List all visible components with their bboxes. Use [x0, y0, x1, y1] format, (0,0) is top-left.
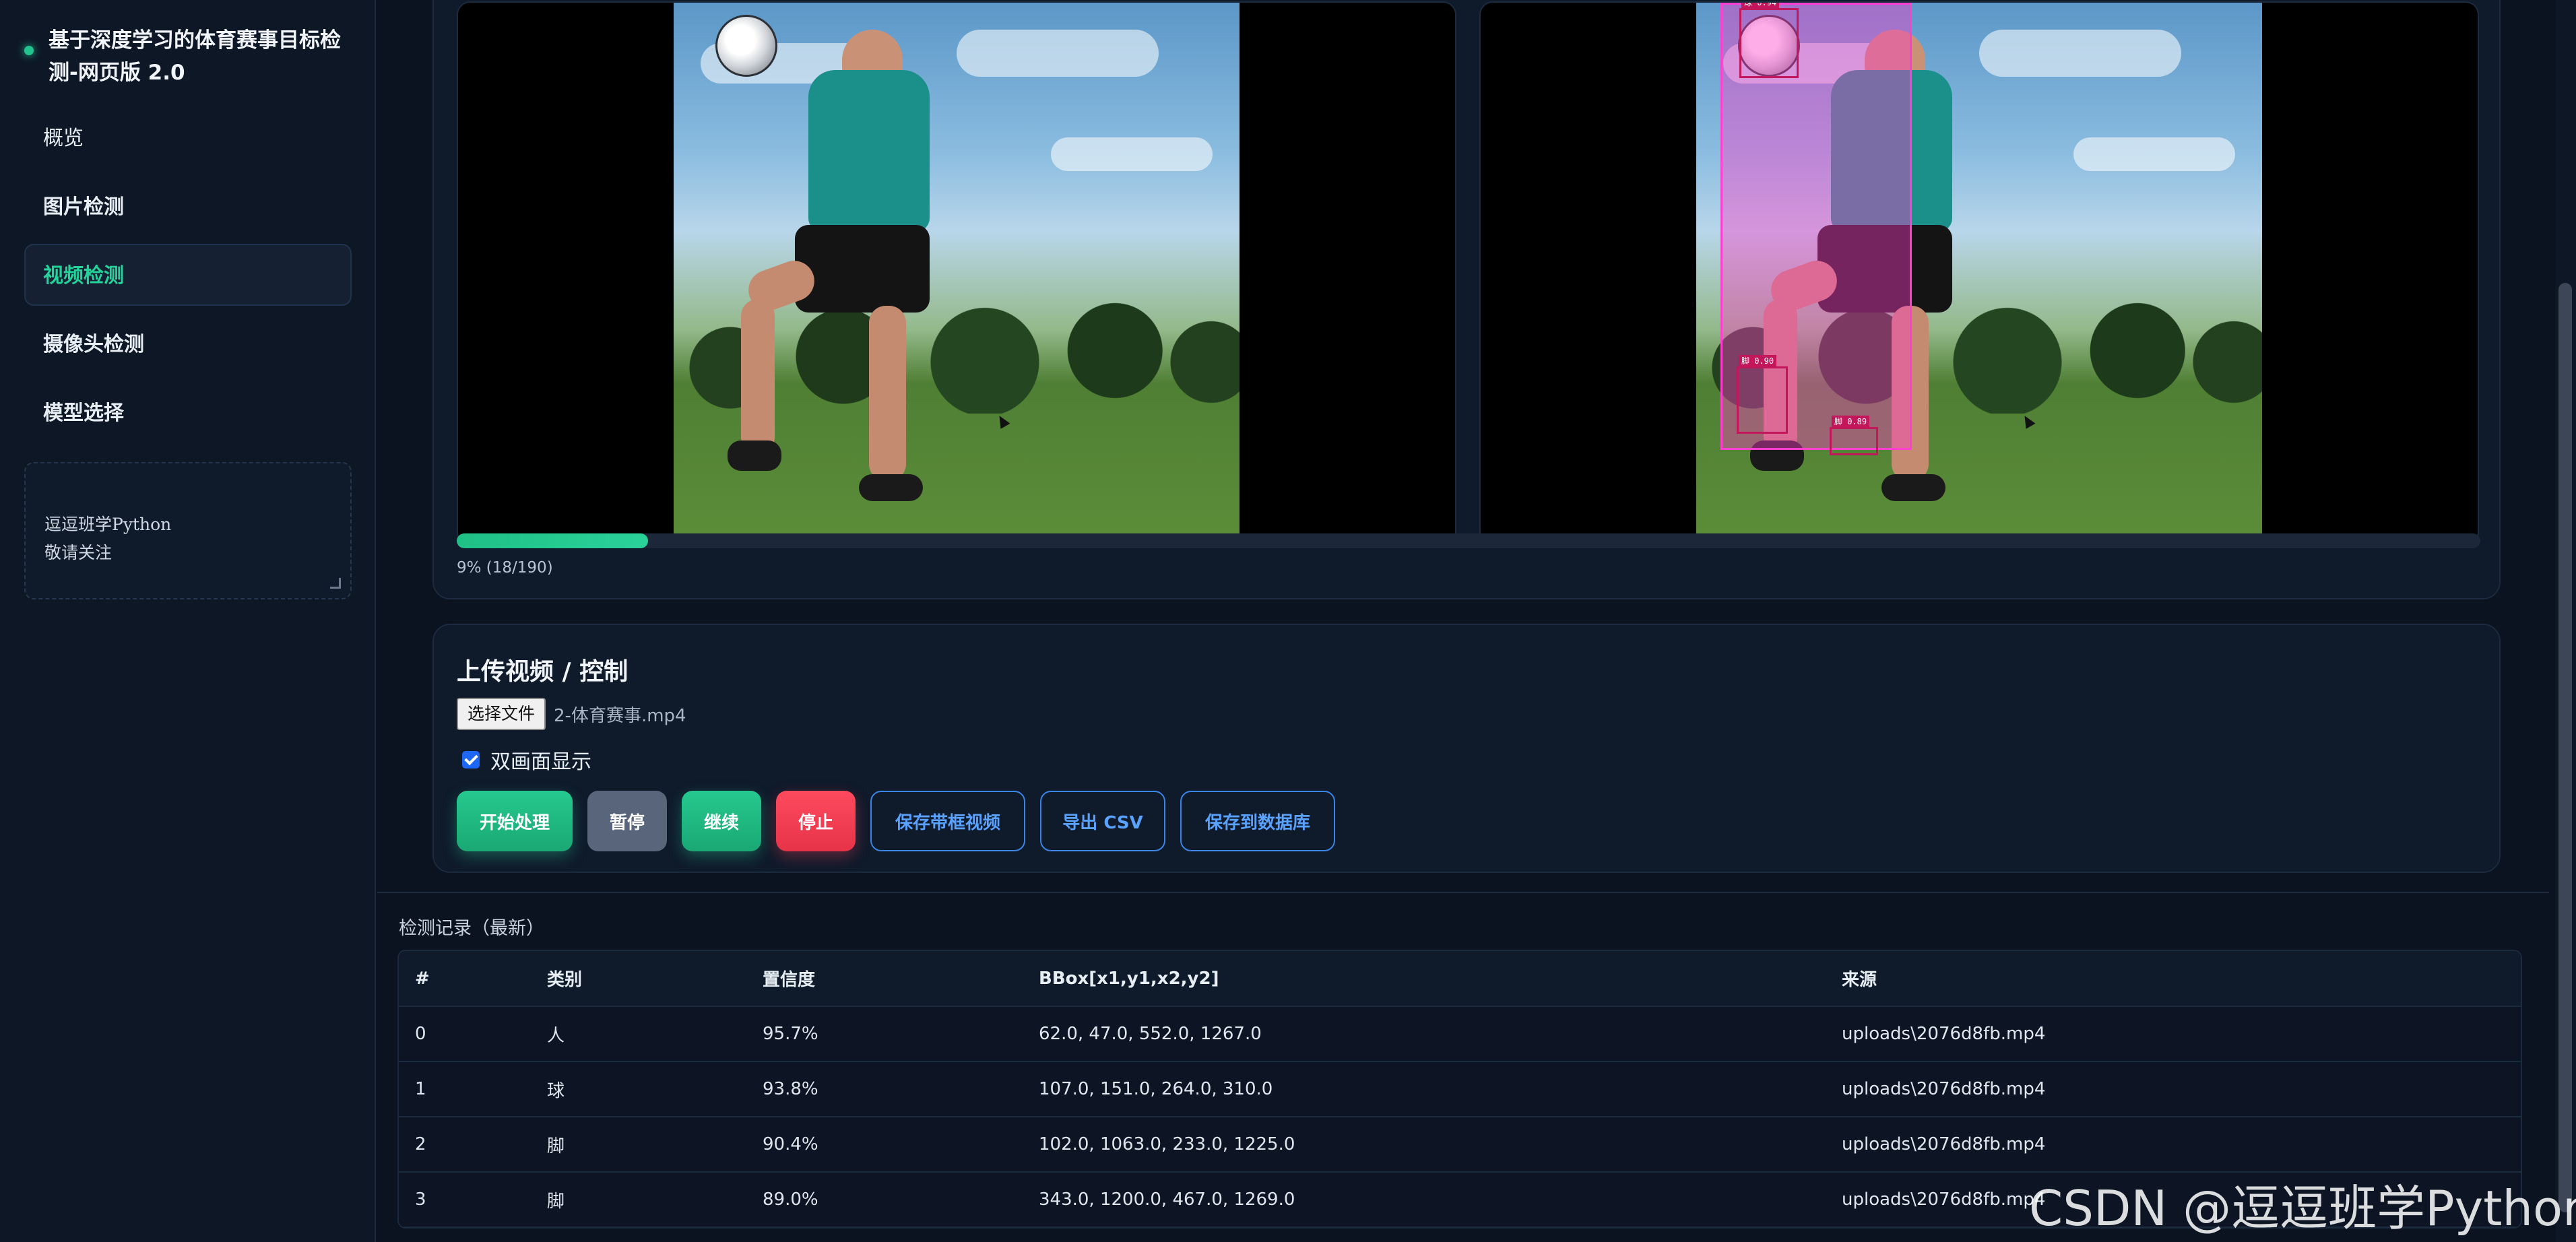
sidebar-item-image-detection[interactable]: 图片检测	[24, 175, 352, 237]
cell-class: 脚	[531, 1172, 746, 1227]
sidebar-item-overview[interactable]: 概览	[24, 106, 352, 168]
cell-index: 0	[399, 1006, 531, 1062]
sidebar-item-video-detection[interactable]: 视频检测	[24, 244, 352, 306]
table-row: 1 球 93.8% 107.0, 151.0, 264.0, 310.0 upl…	[399, 1061, 2521, 1117]
sidebar: 基于深度学习的体育赛事目标检测-网页版 2.0 概览 图片检测 视频检测 摄像头…	[0, 0, 376, 1242]
page-scrollbar-thumb[interactable]	[2558, 283, 2572, 1212]
table-row: 0 人 95.7% 62.0, 47.0, 552.0, 1267.0 uplo…	[399, 1006, 2521, 1062]
resume-button[interactable]: 继续	[682, 791, 761, 851]
main-content: 球 0.94 脚 0.90 脚 0.89 9% (18/190) 上传视频 / …	[377, 0, 2549, 1242]
column-header-class: 类别	[531, 951, 746, 1007]
sidebar-item-model-select[interactable]: 模型选择	[24, 381, 352, 443]
cell-class: 球	[531, 1061, 746, 1117]
cell-source: uploads\2076d8fb.mp4	[1826, 1117, 2521, 1173]
foot-detection-box: 脚 0.89	[1830, 416, 1878, 455]
cloud	[957, 30, 1159, 77]
save-video-button[interactable]: 保存带框视频	[870, 791, 1025, 851]
progress-fill	[457, 533, 649, 548]
ball-detection-box: 球 0.94	[1739, 3, 1799, 78]
stop-button[interactable]: 停止	[776, 791, 856, 851]
note-text: 逗逗班学Python 敬请关注	[44, 515, 172, 562]
start-button[interactable]: 开始处理	[457, 791, 573, 851]
status-dot-icon	[24, 46, 34, 55]
action-buttons: 开始处理 暂停 继续 停止 保存带框视频 导出 CSV 保存到数据库	[457, 791, 1350, 851]
cell-index: 2	[399, 1117, 531, 1173]
detection-label: 脚 0.89	[1832, 416, 1870, 428]
save-db-button[interactable]: 保存到数据库	[1180, 791, 1335, 851]
control-panel: 上传视频 / 控制 选择文件 2-体育赛事.mp4 双画面显示 开始处理 暂停 …	[432, 624, 2501, 873]
choose-file-button[interactable]: 选择文件	[457, 698, 546, 730]
records-title: 检测记录（最新）	[399, 918, 544, 939]
cell-confidence: 90.4%	[746, 1117, 1023, 1173]
table-header-row: # 类别 置信度 BBox[x1,y1,x2,y2] 来源	[399, 951, 2521, 1007]
cell-confidence: 95.7%	[746, 1006, 1023, 1062]
cell-class: 脚	[531, 1117, 746, 1173]
column-header-index: #	[399, 951, 531, 1007]
cell-class: 人	[531, 1006, 746, 1062]
cell-index: 3	[399, 1172, 531, 1227]
note-textarea[interactable]: 逗逗班学Python 敬请关注	[24, 462, 352, 599]
file-picker: 选择文件 2-体育赛事.mp4	[457, 698, 686, 730]
cell-source: uploads\2076d8fb.mp4	[1826, 1006, 2521, 1062]
sidebar-item-camera-detection[interactable]: 摄像头检测	[24, 313, 352, 374]
table-row: 2 脚 90.4% 102.0, 1063.0, 233.0, 1225.0 u…	[399, 1117, 2521, 1173]
cell-bbox: 102.0, 1063.0, 233.0, 1225.0	[1023, 1117, 1826, 1173]
cell-index: 1	[399, 1061, 531, 1117]
dual-view-checkbox[interactable]	[462, 751, 480, 769]
cloud	[2073, 137, 2235, 171]
column-header-confidence: 置信度	[746, 951, 1023, 1007]
original-video[interactable]	[457, 1, 1456, 546]
pause-button[interactable]: 暂停	[587, 791, 667, 851]
column-header-source: 来源	[1826, 951, 2521, 1007]
cloud	[1051, 137, 1213, 171]
brand: 基于深度学习的体育赛事目标检测-网页版 2.0	[24, 24, 354, 89]
cell-bbox: 343.0, 1200.0, 467.0, 1269.0	[1023, 1172, 1826, 1227]
detection-label: 球 0.94	[1741, 3, 1780, 9]
cell-confidence: 93.8%	[746, 1061, 1023, 1117]
video-panel: 球 0.94 脚 0.90 脚 0.89 9% (18/190)	[432, 0, 2501, 599]
cursor-icon	[2020, 413, 2036, 429]
cell-source: uploads\2076d8fb.mp4	[1826, 1061, 2521, 1117]
foot-detection-box: 脚 0.90	[1737, 355, 1788, 434]
detection-label: 脚 0.90	[1739, 355, 1777, 367]
dual-view-label: 双画面显示	[490, 750, 591, 774]
cursor-icon	[994, 413, 1010, 429]
export-csv-button[interactable]: 导出 CSV	[1040, 791, 1165, 851]
column-header-bbox: BBox[x1,y1,x2,y2]	[1023, 951, 1826, 1007]
cloud	[1979, 30, 2181, 77]
control-title: 上传视频 / 控制	[457, 658, 629, 686]
cell-bbox: 107.0, 151.0, 264.0, 310.0	[1023, 1061, 1826, 1117]
divider	[377, 892, 2549, 893]
sidebar-nav: 概览 图片检测 视频检测 摄像头检测 模型选择	[24, 106, 352, 450]
video-frame: 球 0.94 脚 0.90 脚 0.89	[1696, 3, 2262, 544]
dual-view-toggle[interactable]: 双画面显示	[462, 745, 591, 775]
video-frame	[674, 3, 1239, 544]
app-title: 基于深度学习的体育赛事目标检测-网页版 2.0	[49, 28, 341, 85]
file-name: 2-体育赛事.mp4	[554, 705, 686, 726]
progress-bar	[457, 533, 2480, 548]
ball	[715, 15, 777, 77]
annotated-video[interactable]: 球 0.94 脚 0.90 脚 0.89	[1479, 1, 2479, 546]
watermark: CSDN @逗逗班学Python	[2029, 1180, 2576, 1237]
progress-text: 9% (18/190)	[457, 559, 553, 577]
cell-bbox: 62.0, 47.0, 552.0, 1267.0	[1023, 1006, 1826, 1062]
resize-handle-icon[interactable]	[330, 578, 341, 589]
cell-confidence: 89.0%	[746, 1172, 1023, 1227]
